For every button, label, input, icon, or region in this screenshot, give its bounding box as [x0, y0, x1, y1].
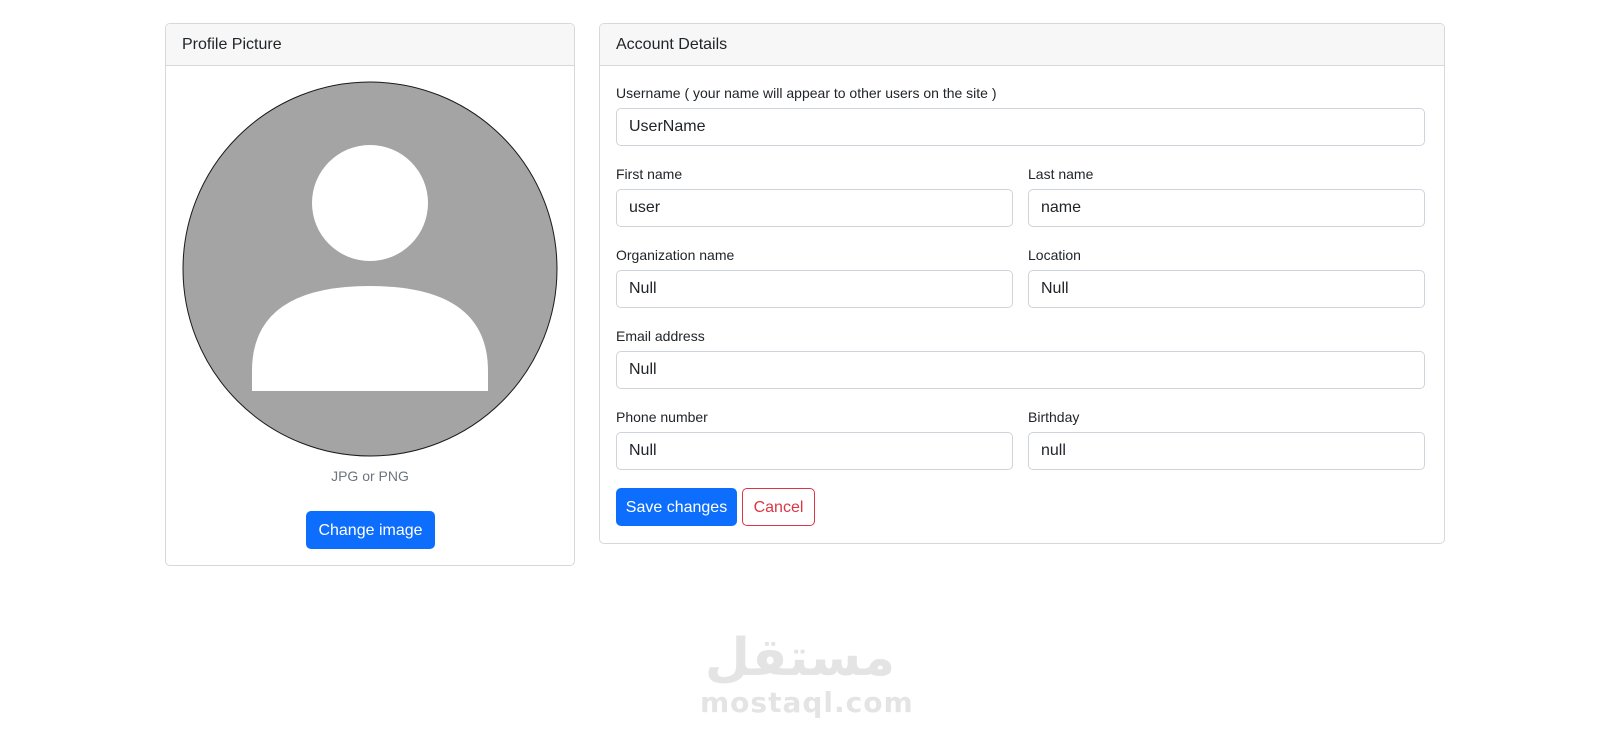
username-input[interactable]	[616, 108, 1425, 146]
username-label: Username ( your name will appear to othe…	[616, 85, 997, 101]
profile-picture-card: Profile Picture JPG or PNG Change image	[165, 23, 575, 566]
first-name-label: First name	[616, 166, 683, 182]
last-name-input[interactable]	[1028, 189, 1425, 227]
phone-label: Phone number	[616, 409, 708, 425]
watermark-site: mostaql.com	[700, 686, 914, 719]
user-placeholder-icon	[182, 81, 558, 457]
location-input[interactable]	[1028, 270, 1425, 308]
change-image-button[interactable]: Change image	[306, 511, 435, 549]
birthday-label: Birthday	[1028, 409, 1080, 425]
avatar	[182, 81, 558, 457]
watermark-logo: مستقل	[704, 628, 896, 688]
save-changes-button[interactable]: Save changes	[616, 488, 737, 526]
first-name-input[interactable]	[616, 189, 1013, 227]
cancel-button[interactable]: Cancel	[742, 488, 815, 526]
last-name-label: Last name	[1028, 166, 1094, 182]
image-format-hint: JPG or PNG	[331, 468, 409, 484]
watermark: مستقل mostaql.com	[700, 628, 914, 720]
organization-input[interactable]	[616, 270, 1013, 308]
account-details-header: Account Details	[600, 24, 1444, 66]
account-details-card: Account Details Username ( your name wil…	[599, 23, 1445, 544]
phone-input[interactable]	[616, 432, 1013, 470]
profile-picture-header: Profile Picture	[166, 24, 574, 66]
birthday-input[interactable]	[1028, 432, 1425, 470]
organization-label: Organization name	[616, 247, 735, 263]
location-label: Location	[1028, 247, 1081, 263]
page: Profile Picture JPG or PNG Change image …	[0, 0, 1600, 738]
email-input[interactable]	[616, 351, 1425, 389]
email-label: Email address	[616, 328, 705, 344]
